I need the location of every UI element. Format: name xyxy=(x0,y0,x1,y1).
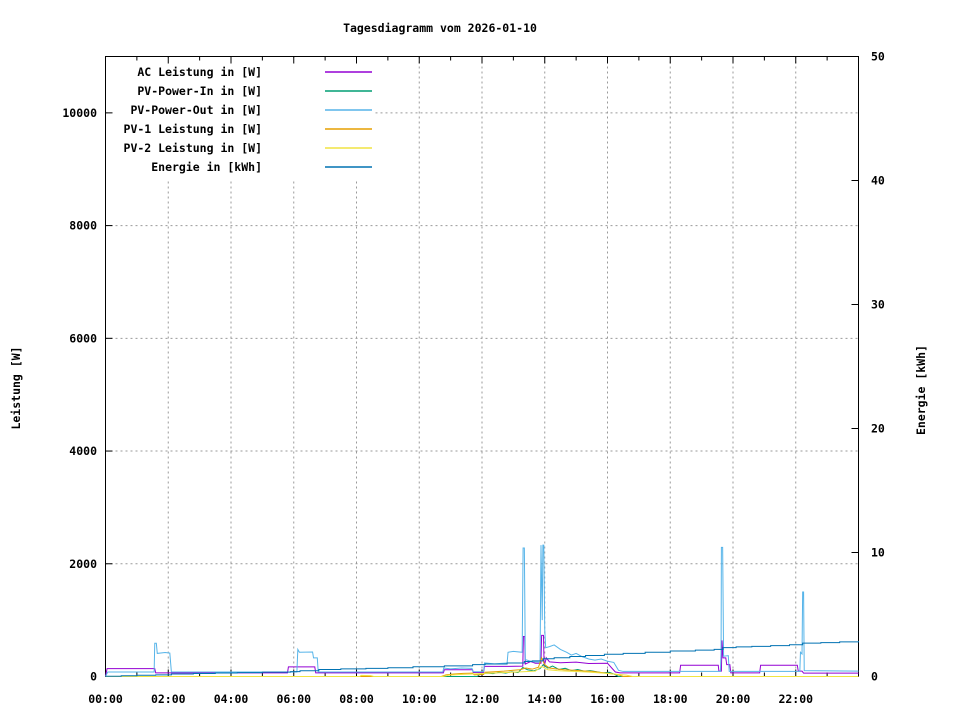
legend-label-energie: Energie in [kWh] xyxy=(151,160,262,174)
legend-label-pv2: PV-2 Leistung in [W] xyxy=(124,141,262,155)
plot-area: 00:00 02:00 04:00 06:00 08:00 10:00 12:00 14:00… xyxy=(62,50,885,707)
y-tick-label: 4000 xyxy=(69,444,97,458)
x-tick-label: 18:00 xyxy=(653,692,688,706)
y-tick-label: 6000 xyxy=(69,331,97,345)
x-tick-label: 20:00 xyxy=(716,692,751,706)
legend-label-pv_in: PV-Power-In in [W] xyxy=(137,84,262,98)
chart-canvas: Tagesdiagramm vom 2026-01-10 Leistung [W… xyxy=(0,0,960,720)
y2-tick-label: 20 xyxy=(871,422,885,436)
x-tick-label: 12:00 xyxy=(465,692,500,706)
y-tick-label: 0 xyxy=(90,670,97,684)
y-tick-label: 8000 xyxy=(69,219,97,233)
y2-tick-label: 0 xyxy=(871,670,878,684)
y-tick-label: 2000 xyxy=(69,557,97,571)
y2-tick-label: 30 xyxy=(871,298,885,312)
x-tick-label: 00:00 xyxy=(88,692,123,706)
y2-tick-label: 50 xyxy=(871,50,885,64)
x-tick-label: 06:00 xyxy=(276,692,311,706)
x-tick-label: 02:00 xyxy=(151,692,186,706)
x-tick-label: 08:00 xyxy=(339,692,374,706)
legend-label-ac: AC Leistung in [W] xyxy=(137,65,262,79)
legend-label-pv1: PV-1 Leistung in [W] xyxy=(124,122,262,136)
legend-label-pv_out: PV-Power-Out in [W] xyxy=(130,103,262,117)
x-tick-label: 16:00 xyxy=(590,692,625,706)
y-tick-label: 10000 xyxy=(62,106,97,120)
x-tick-label: 22:00 xyxy=(778,692,813,706)
x-tick-label: 10:00 xyxy=(402,692,437,706)
y2-tick-label: 40 xyxy=(871,174,885,188)
y2-tick-label: 10 xyxy=(871,546,885,560)
x-tick-label: 14:00 xyxy=(527,692,562,706)
x-tick-label: 04:00 xyxy=(214,692,249,706)
